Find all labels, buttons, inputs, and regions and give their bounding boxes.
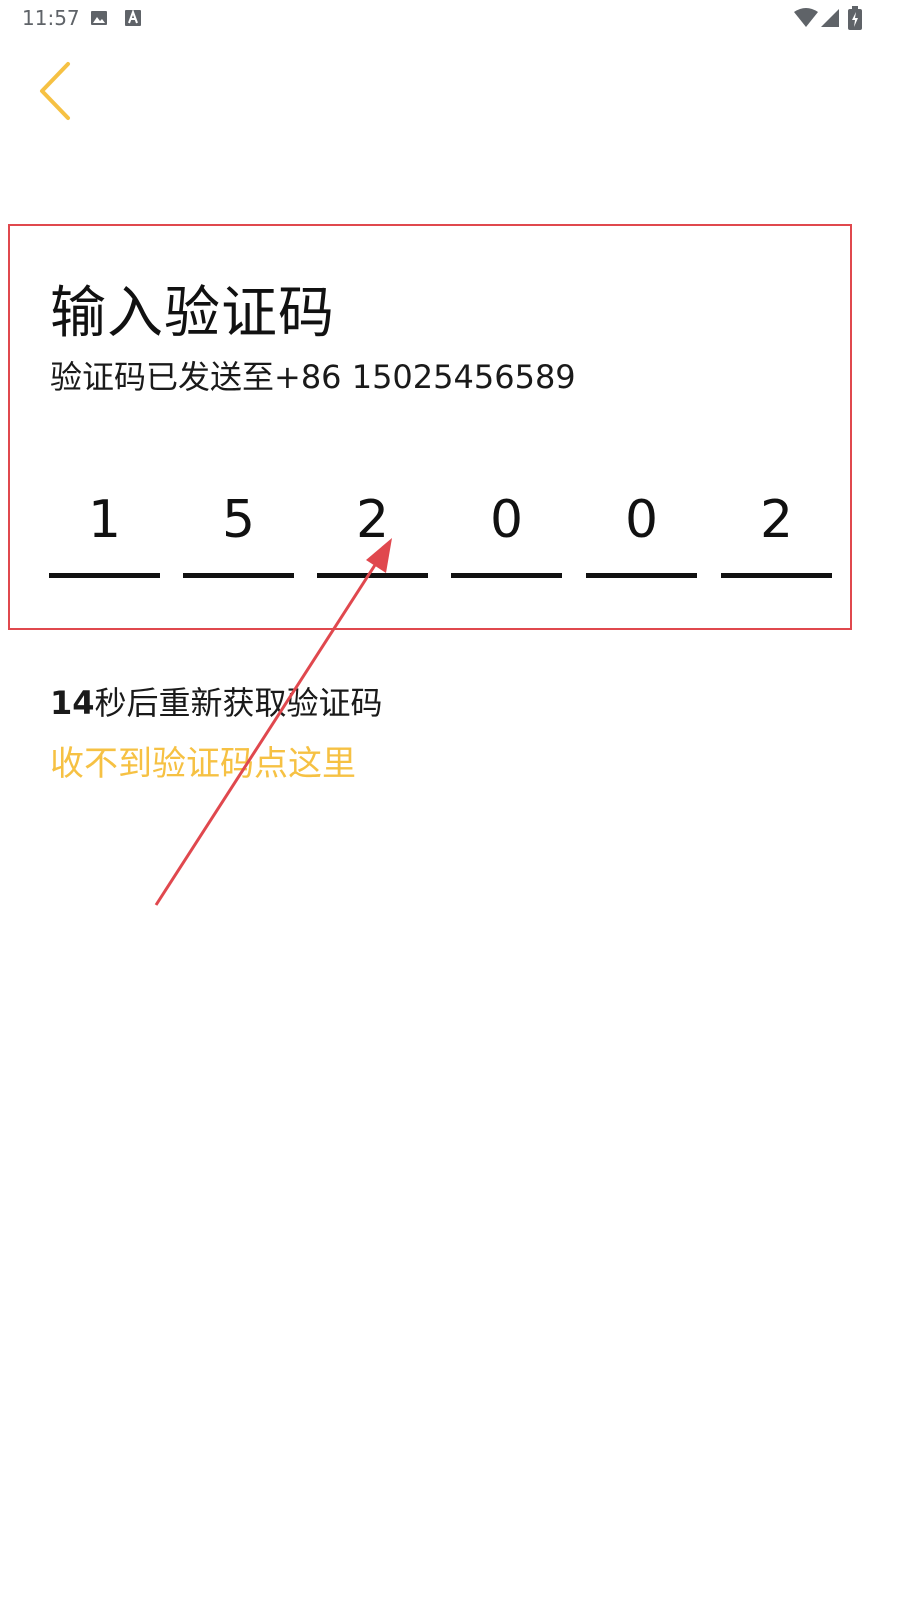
status-bar: 11:57 [0, 0, 900, 38]
otp-digit-2[interactable]: 5 [183, 488, 294, 580]
back-button[interactable] [30, 58, 90, 124]
otp-digit-value: 5 [221, 490, 256, 550]
resend-seconds: 14 [50, 684, 95, 722]
otp-digit-underline [721, 573, 832, 578]
otp-digit-underline [183, 573, 294, 578]
otp-digit-underline [317, 573, 428, 578]
sent-to-phone-text: 验证码已发送至+86 15025456589 [50, 358, 576, 396]
otp-digit-6[interactable]: 2 [721, 488, 832, 580]
signal-icon [821, 9, 839, 27]
resend-text: 秒后重新获取验证码 [94, 684, 383, 722]
chevron-left-icon [40, 62, 70, 120]
otp-digit-value: 2 [759, 490, 794, 550]
status-time: 11:57 [22, 6, 80, 30]
page-title: 输入验证码 [50, 281, 335, 346]
otp-digit-5[interactable]: 0 [586, 488, 697, 580]
otp-digit-value: 0 [624, 490, 659, 550]
otp-digit-underline [586, 573, 697, 578]
text-a-icon [125, 9, 141, 26]
otp-digit-value: 2 [355, 490, 390, 550]
battery-icon [848, 6, 862, 30]
otp-digit-1[interactable]: 1 [49, 488, 160, 580]
otp-digit-3[interactable]: 2 [317, 488, 428, 580]
otp-digit-value: 1 [87, 490, 122, 550]
verification-screen: 11:57 输入验证码 验证码已发送至+86 15025456589 1 5 2… [0, 0, 900, 1600]
otp-digit-4[interactable]: 0 [451, 488, 562, 580]
wifi-icon [794, 8, 818, 27]
image-icon [91, 11, 107, 25]
otp-digit-value: 0 [489, 490, 524, 550]
resend-countdown: 14秒后重新获取验证码 [50, 678, 383, 724]
otp-digit-underline [451, 573, 562, 578]
otp-digit-underline [49, 573, 160, 578]
no-code-help-link[interactable]: 收不到验证码点这里 [50, 736, 356, 785]
